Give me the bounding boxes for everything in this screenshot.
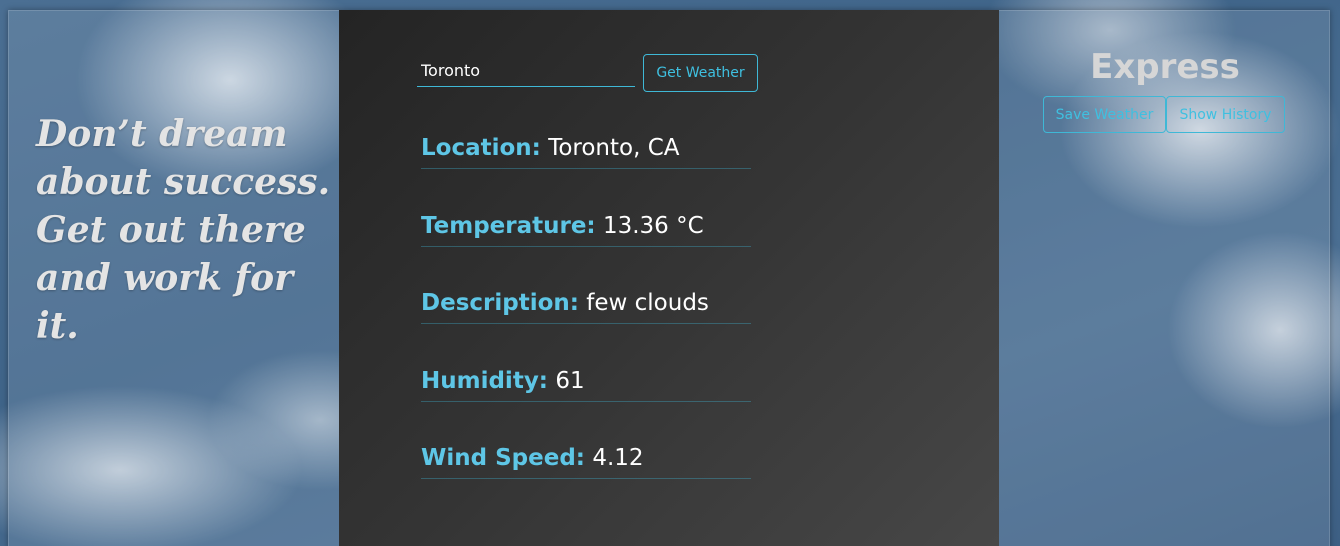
description-label: Description: bbox=[421, 290, 579, 316]
location-row: Location: Toronto, CA bbox=[421, 132, 751, 169]
humidity-label: Humidity: bbox=[421, 368, 549, 394]
city-search-input[interactable] bbox=[417, 55, 635, 87]
description-row: Description: few clouds bbox=[421, 287, 751, 324]
wind-speed-row: Wind Speed: 4.12 bbox=[421, 442, 751, 479]
humidity-row: Humidity: 61 bbox=[421, 365, 751, 402]
location-value: Toronto, CA bbox=[548, 135, 680, 161]
temperature-label: Temperature: bbox=[421, 213, 596, 239]
temperature-value: 13.36 °C bbox=[602, 213, 704, 239]
weather-panel: Get Weather Location: Toronto, CA Temper… bbox=[339, 10, 999, 546]
wind-speed-label: Wind Speed: bbox=[421, 445, 585, 471]
show-history-button[interactable]: Show History bbox=[1166, 96, 1285, 133]
motivational-quote: Don’t dream about success. Get out there… bbox=[36, 113, 331, 347]
save-weather-button[interactable]: Save Weather bbox=[1043, 96, 1166, 133]
location-label: Location: bbox=[421, 135, 541, 161]
description-value: few clouds bbox=[586, 290, 709, 316]
temperature-row: Temperature: 13.36 °C bbox=[421, 210, 751, 247]
wind-speed-value: 4.12 bbox=[592, 445, 644, 471]
get-weather-button[interactable]: Get Weather bbox=[643, 54, 758, 92]
app-title: Express bbox=[1090, 47, 1240, 87]
humidity-value: 61 bbox=[555, 368, 585, 394]
